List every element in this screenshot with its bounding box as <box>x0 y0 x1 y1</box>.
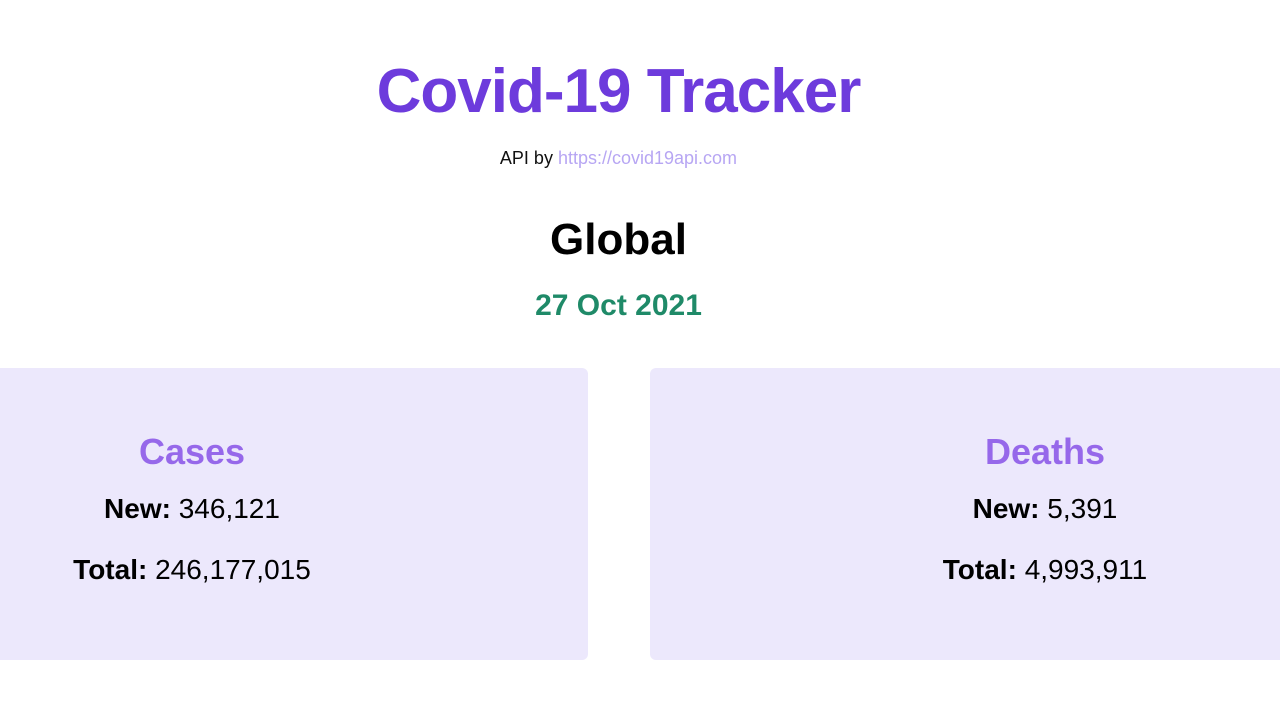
region-heading: Global <box>550 215 687 264</box>
deaths-total-label: Total: <box>942 554 1017 585</box>
deaths-total-value: 4,993,911 <box>1024 554 1148 585</box>
api-credit: API by https://covid19api.com <box>0 146 1237 170</box>
deaths-card-content: Deaths New: 5,391 Total: 4,993,911 <box>852 430 1238 614</box>
deaths-new-value: 5,391 <box>1047 493 1118 524</box>
cases-total-stat: Total: 246,177,015 <box>0 553 384 587</box>
cases-new-value: 346,121 <box>178 493 280 524</box>
cases-card: Cases New: 346,121 Total: 246,177,015 <box>0 368 588 660</box>
deaths-new-stat: New: 5,391 <box>852 492 1238 526</box>
cases-new-stat: New: 346,121 <box>0 492 384 526</box>
page: Covid-19 Tracker API by https://covid19a… <box>0 0 1280 720</box>
deaths-new-label: New: <box>972 493 1040 524</box>
deaths-total-stat: Total: 4,993,911 <box>852 553 1238 587</box>
cases-total-label: Total: <box>73 554 148 585</box>
page-title: Covid-19 Tracker <box>376 57 862 126</box>
cases-total-value: 246,177,015 <box>155 554 311 585</box>
cases-card-title: Cases <box>138 431 246 472</box>
cases-card-content: Cases New: 346,121 Total: 246,177,015 <box>0 430 384 614</box>
report-date: 27 Oct 2021 <box>535 289 702 322</box>
api-credit-prefix: API by <box>499 148 558 168</box>
deaths-card: Deaths New: 5,391 Total: 4,993,911 <box>650 368 1280 660</box>
cases-new-label: New: <box>104 493 171 524</box>
api-link[interactable]: https://covid19api.com <box>558 148 737 168</box>
deaths-card-title: Deaths <box>984 431 1106 472</box>
